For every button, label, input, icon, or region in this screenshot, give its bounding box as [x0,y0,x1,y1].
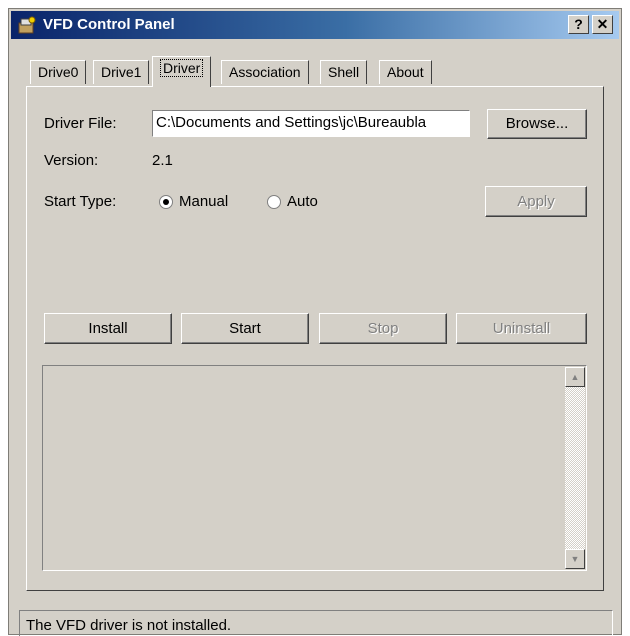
arrow-down-icon[interactable]: ▼ [565,549,585,569]
version-value: 2.1 [152,152,173,169]
tab-about[interactable]: About [379,60,432,84]
start-button[interactable]: Start [181,313,309,344]
vfd-app-icon [18,16,36,34]
auto-radio[interactable] [267,195,281,209]
vfd-control-panel-window: VFD Control Panel ? ✕ Drive0 Drive1 Driv… [8,8,622,636]
status-text: The VFD driver is not installed. [26,617,232,634]
radio-selected-dot [163,199,169,205]
title-bar[interactable]: VFD Control Panel ? ✕ [11,11,619,39]
help-button[interactable]: ? [568,15,589,34]
log-text-area[interactable]: ▲ ▼ [42,365,587,571]
version-label: Version: [44,152,99,169]
auto-radio-label[interactable]: Auto [287,193,318,210]
start-type-label: Start Type: [44,193,117,210]
tab-drive0[interactable]: Drive0 [30,60,87,84]
tab-driver[interactable]: Driver [152,56,212,87]
driver-file-input[interactable]: C:\Documents and Settings\jc\Bureaubla [152,110,470,137]
driver-file-label: Driver File: [44,115,117,132]
tab-shell[interactable]: Shell [320,60,368,84]
install-button[interactable]: Install [44,313,172,344]
manual-radio[interactable] [159,195,173,209]
window-title: VFD Control Panel [43,16,175,33]
close-button[interactable]: ✕ [592,15,613,34]
arrow-up-icon[interactable]: ▲ [565,367,585,387]
tab-association[interactable]: Association [221,60,309,84]
tab-driver-label: Driver [160,59,204,77]
tab-drive1[interactable]: Drive1 [93,60,150,84]
status-bar: The VFD driver is not installed. [19,610,613,636]
browse-button[interactable]: Browse... [487,109,587,139]
close-icon: ✕ [596,16,609,32]
uninstall-button[interactable]: Uninstall [456,313,587,344]
vertical-scrollbar[interactable]: ▲ ▼ [565,367,585,569]
stop-button[interactable]: Stop [319,313,447,344]
manual-radio-label[interactable]: Manual [179,193,228,210]
apply-button[interactable]: Apply [485,186,587,217]
